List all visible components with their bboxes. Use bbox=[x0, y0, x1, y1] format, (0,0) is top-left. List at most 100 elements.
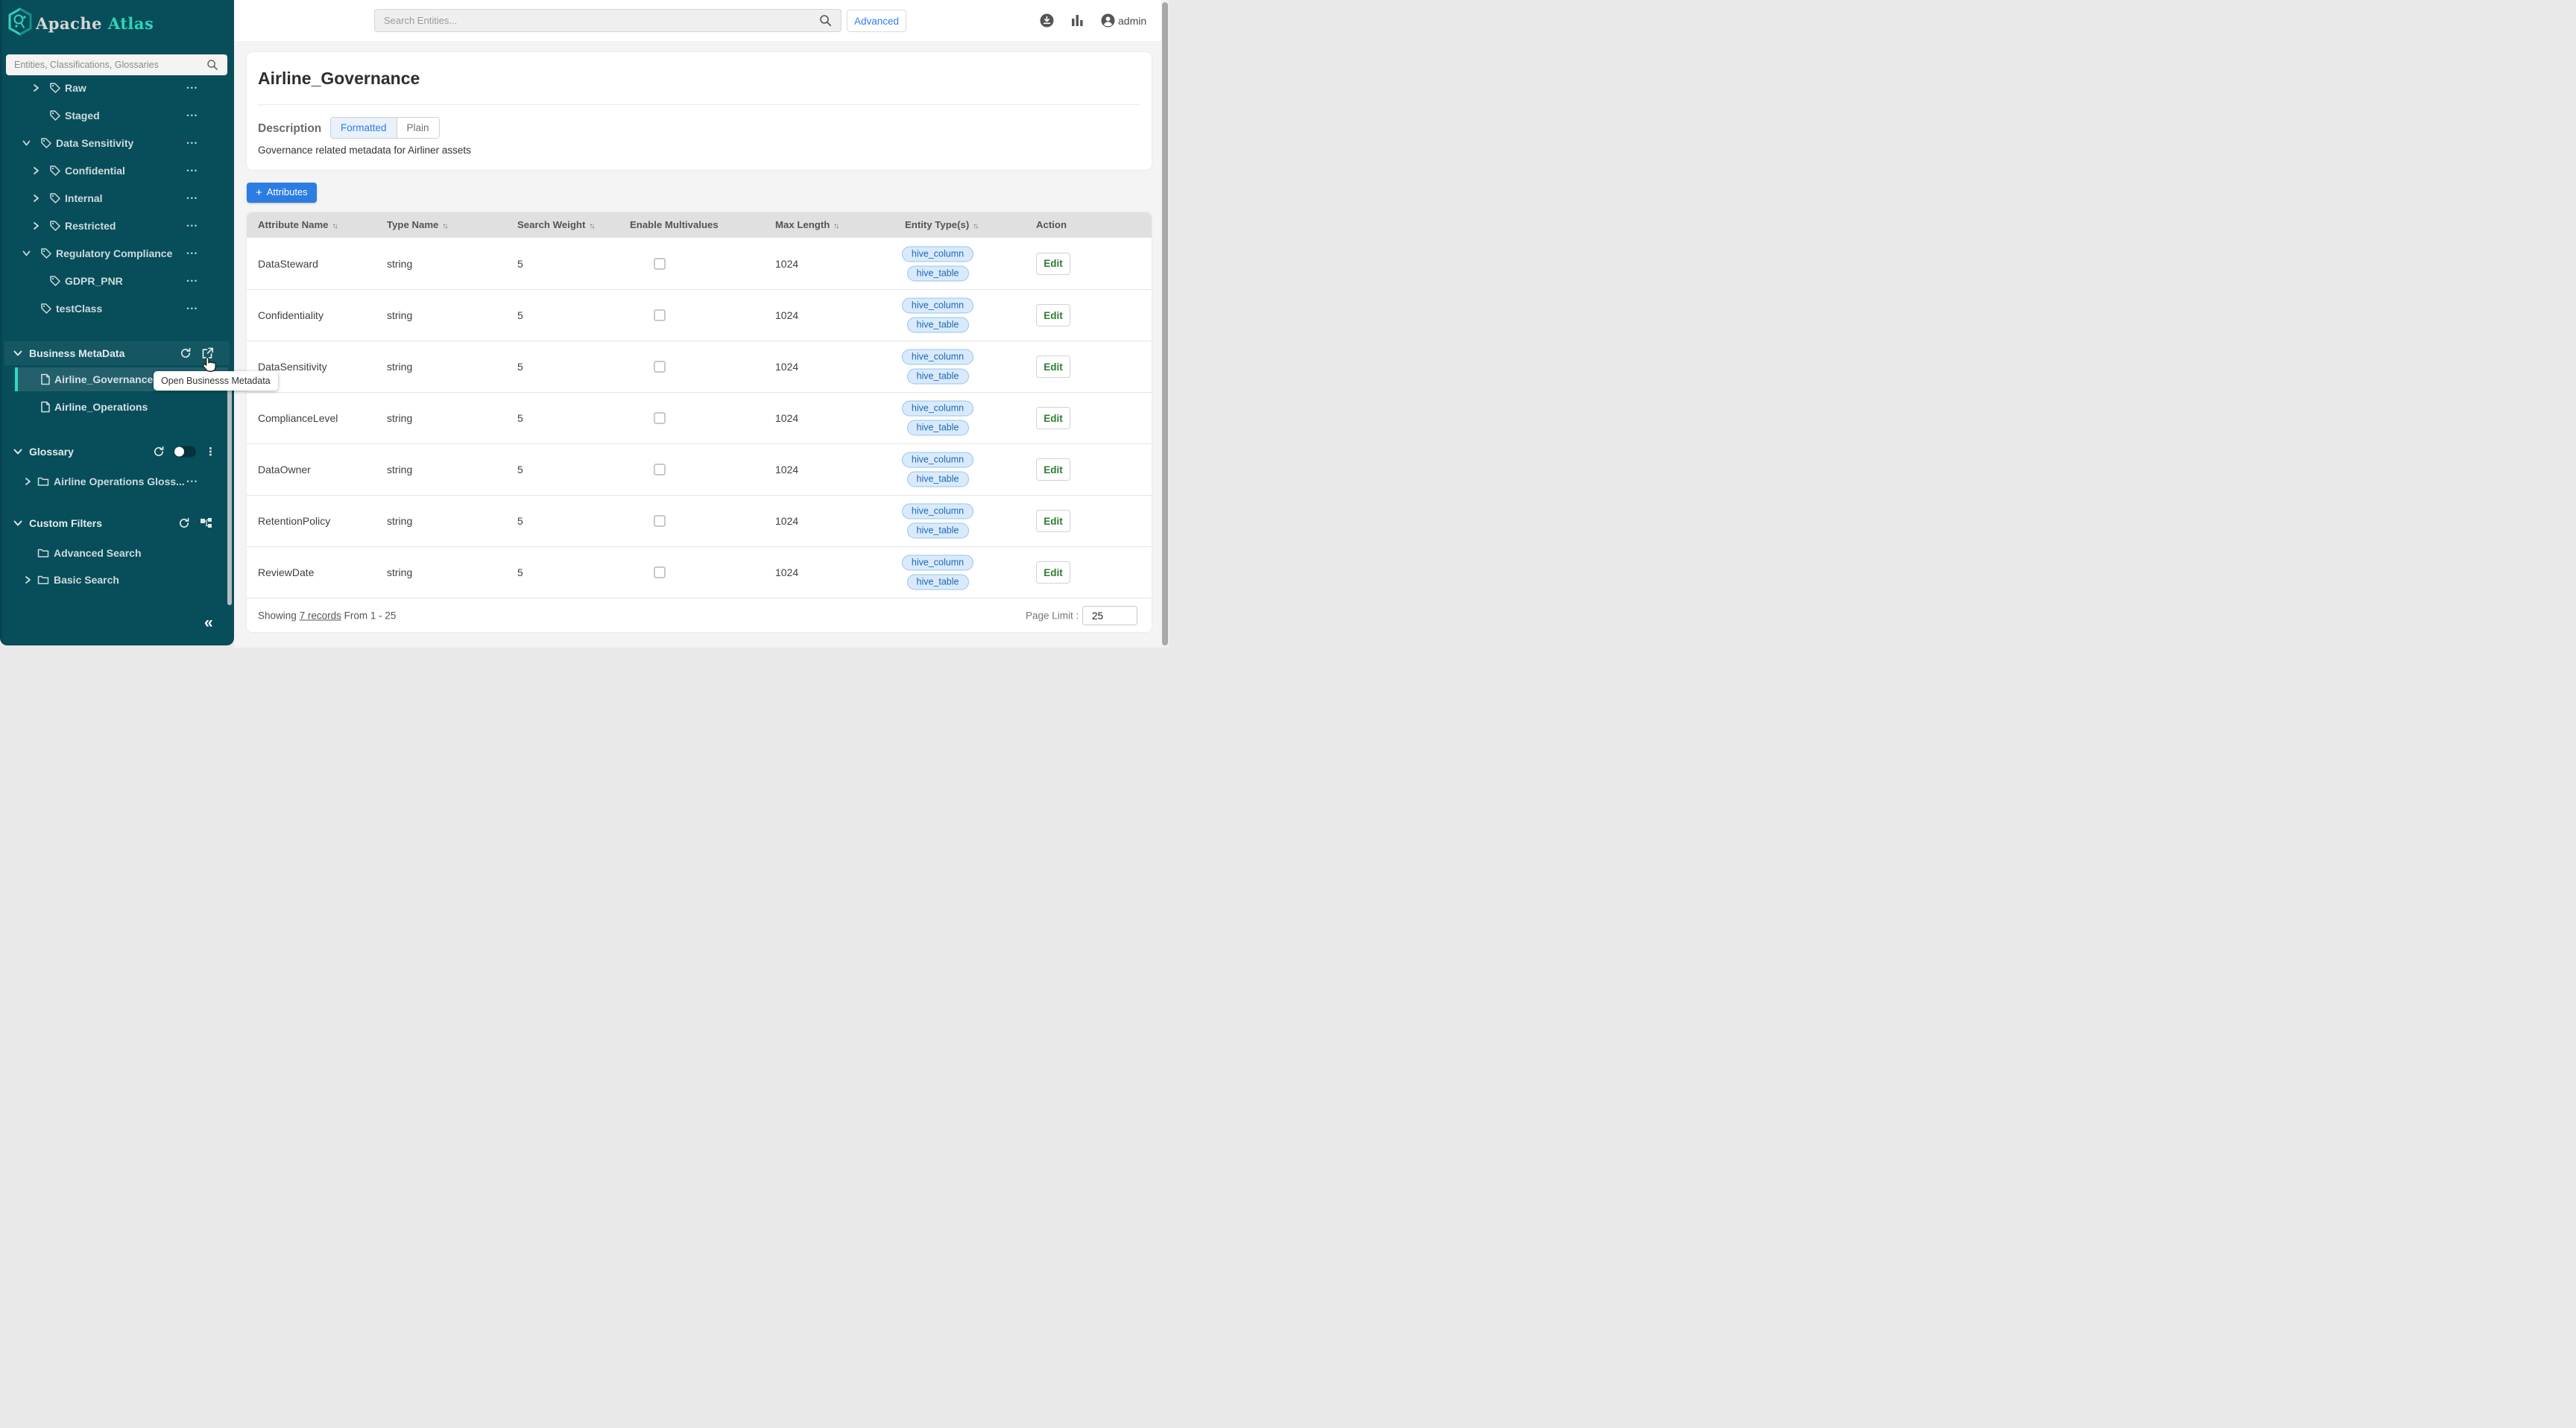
chevron-right-icon[interactable] bbox=[25, 575, 31, 584]
sidebar-scrollbar-thumb[interactable] bbox=[227, 386, 232, 605]
tree-item-restricted[interactable]: Restricted ••• bbox=[0, 212, 234, 239]
chevron-down-icon[interactable] bbox=[13, 520, 22, 527]
refresh-icon[interactable] bbox=[180, 347, 192, 359]
entity-type-pill[interactable]: hive_column bbox=[902, 452, 973, 468]
edit-button[interactable]: Edit bbox=[1036, 407, 1070, 429]
search-icon[interactable] bbox=[819, 14, 832, 27]
entity-type-pill[interactable]: hive_table bbox=[907, 369, 969, 385]
business-metadata-section-header[interactable]: Business MetaData bbox=[0, 341, 234, 365]
entity-type-pill[interactable]: hive_column bbox=[902, 350, 973, 365]
column-header-entity-types[interactable]: Entity Type(s)↑↓ bbox=[905, 212, 977, 238]
more-options-icon[interactable]: ••• bbox=[187, 167, 198, 174]
enable-multivalues-checkbox[interactable] bbox=[654, 258, 666, 270]
more-options-icon[interactable]: ••• bbox=[187, 250, 198, 257]
entity-type-pill[interactable]: hive_table bbox=[907, 420, 969, 436]
edit-button[interactable]: Edit bbox=[1036, 304, 1070, 326]
chevron-down-icon[interactable] bbox=[13, 350, 22, 357]
sidebar-search-input[interactable] bbox=[6, 54, 227, 75]
tree-item-internal[interactable]: Internal ••• bbox=[0, 184, 234, 212]
sort-icon[interactable]: ↑↓ bbox=[332, 222, 337, 230]
enable-multivalues-checkbox[interactable] bbox=[654, 309, 666, 321]
custom-filters-section-header[interactable]: Custom Filters bbox=[0, 511, 234, 535]
edit-button[interactable]: Edit bbox=[1036, 458, 1070, 481]
entity-type-pill[interactable]: hive_table bbox=[907, 472, 969, 487]
page-limit-input[interactable] bbox=[1082, 606, 1137, 625]
more-options-icon[interactable]: ••• bbox=[187, 305, 198, 312]
entity-type-pill[interactable]: hive_column bbox=[902, 298, 973, 314]
column-header-attribute-name[interactable]: Attribute Name↑↓ bbox=[258, 212, 337, 238]
entity-type-pill[interactable]: hive_column bbox=[902, 246, 973, 262]
tree-item-gdpr-pnr[interactable]: GDPR_PNR ••• bbox=[0, 267, 234, 294]
tree-item-data-sensitivity[interactable]: Data Sensitivity ••• bbox=[0, 129, 234, 157]
entity-type-pill[interactable]: hive_table bbox=[907, 317, 969, 333]
sidebar-item-basic-search[interactable]: Basic Search bbox=[0, 566, 234, 593]
glossary-view-toggle[interactable] bbox=[174, 446, 196, 458]
chevron-right-icon[interactable] bbox=[25, 477, 31, 485]
glossary-section-header[interactable]: Glossary ⋮ bbox=[0, 440, 234, 464]
enable-multivalues-checkbox[interactable] bbox=[654, 566, 666, 578]
column-header-type-name[interactable]: Type Name↑↓ bbox=[387, 212, 446, 238]
add-attributes-button[interactable]: +Attributes bbox=[247, 183, 317, 203]
statistics-chart-icon[interactable] bbox=[1072, 15, 1083, 26]
more-options-icon[interactable]: ••• bbox=[187, 84, 198, 92]
edit-button[interactable]: Edit bbox=[1036, 253, 1070, 275]
page-scrollbar-thumb[interactable] bbox=[1162, 2, 1168, 645]
more-options-icon[interactable]: ••• bbox=[187, 222, 198, 230]
edit-button[interactable]: Edit bbox=[1036, 510, 1070, 532]
chevron-down-icon[interactable] bbox=[22, 250, 31, 256]
more-options-icon[interactable]: ••• bbox=[187, 478, 198, 485]
records-count-link[interactable]: 7 records bbox=[300, 610, 341, 621]
enable-multivalues-checkbox[interactable] bbox=[654, 464, 666, 476]
column-header-max-length[interactable]: Max Length↑↓ bbox=[775, 212, 838, 238]
more-options-icon[interactable]: ••• bbox=[187, 112, 198, 119]
sort-icon[interactable]: ↑↓ bbox=[589, 222, 593, 230]
more-options-icon[interactable]: ••• bbox=[187, 195, 198, 202]
page-scrollbar[interactable] bbox=[1161, 0, 1169, 648]
username-label[interactable]: admin bbox=[1118, 15, 1146, 27]
entity-type-pill[interactable]: hive_table bbox=[907, 523, 969, 539]
atlas-logo-icon[interactable] bbox=[7, 7, 33, 37]
search-entities-input[interactable] bbox=[374, 9, 842, 32]
kebab-menu-icon[interactable]: ⋮ bbox=[205, 445, 216, 458]
sidebar-item-airline-operations[interactable]: Airline_Operations bbox=[0, 395, 234, 419]
tree-item-confidential[interactable]: Confidential ••• bbox=[0, 157, 234, 184]
sidebar-collapse-icon[interactable]: « bbox=[204, 614, 213, 632]
sort-icon[interactable]: ↑↓ bbox=[973, 222, 977, 230]
entity-type-pill[interactable]: hive_column bbox=[902, 504, 973, 519]
sidebar-item-airline-operations-glossary[interactable]: Airline Operations Gloss... ••• bbox=[0, 467, 234, 495]
entity-type-pill[interactable]: hive_column bbox=[902, 555, 973, 571]
entity-type-pill[interactable]: hive_column bbox=[902, 401, 973, 417]
edit-button[interactable]: Edit bbox=[1036, 561, 1070, 584]
enable-multivalues-checkbox[interactable] bbox=[654, 361, 666, 373]
advanced-search-button[interactable]: Advanced bbox=[847, 10, 906, 32]
entity-type-pill[interactable]: hive_table bbox=[907, 575, 969, 590]
sort-icon[interactable]: ↑↓ bbox=[442, 222, 446, 230]
chevron-right-icon[interactable] bbox=[33, 166, 40, 174]
sitemap-icon[interactable] bbox=[200, 517, 213, 529]
download-icon[interactable] bbox=[1040, 13, 1054, 28]
tab-plain[interactable]: Plain bbox=[397, 118, 439, 138]
sidebar-item-advanced-search[interactable]: Advanced Search bbox=[0, 539, 234, 566]
more-options-icon[interactable]: ••• bbox=[187, 277, 198, 285]
tree-item-raw[interactable]: Raw ••• bbox=[0, 74, 234, 101]
column-header-search-weight[interactable]: Search Weight↑↓ bbox=[517, 212, 593, 238]
enable-multivalues-checkbox[interactable] bbox=[654, 515, 666, 527]
chevron-down-icon[interactable] bbox=[13, 449, 22, 455]
sidebar-search-icon[interactable] bbox=[206, 59, 218, 71]
chevron-right-icon[interactable] bbox=[33, 221, 40, 230]
tree-item-regulatory-compliance[interactable]: Regulatory Compliance ••• bbox=[0, 239, 234, 267]
chevron-right-icon[interactable] bbox=[33, 83, 40, 92]
refresh-icon[interactable] bbox=[153, 446, 165, 458]
tree-item-testclass[interactable]: testClass ••• bbox=[0, 294, 234, 322]
sort-icon[interactable]: ↑↓ bbox=[833, 222, 838, 230]
chevron-down-icon[interactable] bbox=[22, 139, 31, 146]
edit-button[interactable]: Edit bbox=[1036, 356, 1070, 378]
tree-item-staged[interactable]: Staged ••• bbox=[0, 101, 234, 129]
refresh-icon[interactable] bbox=[178, 517, 190, 529]
chevron-right-icon[interactable] bbox=[33, 194, 40, 202]
user-avatar-icon[interactable] bbox=[1101, 13, 1115, 28]
tab-formatted[interactable]: Formatted bbox=[331, 118, 397, 138]
entity-type-pill[interactable]: hive_table bbox=[907, 265, 969, 281]
enable-multivalues-checkbox[interactable] bbox=[654, 412, 666, 424]
more-options-icon[interactable]: ••• bbox=[187, 139, 198, 147]
